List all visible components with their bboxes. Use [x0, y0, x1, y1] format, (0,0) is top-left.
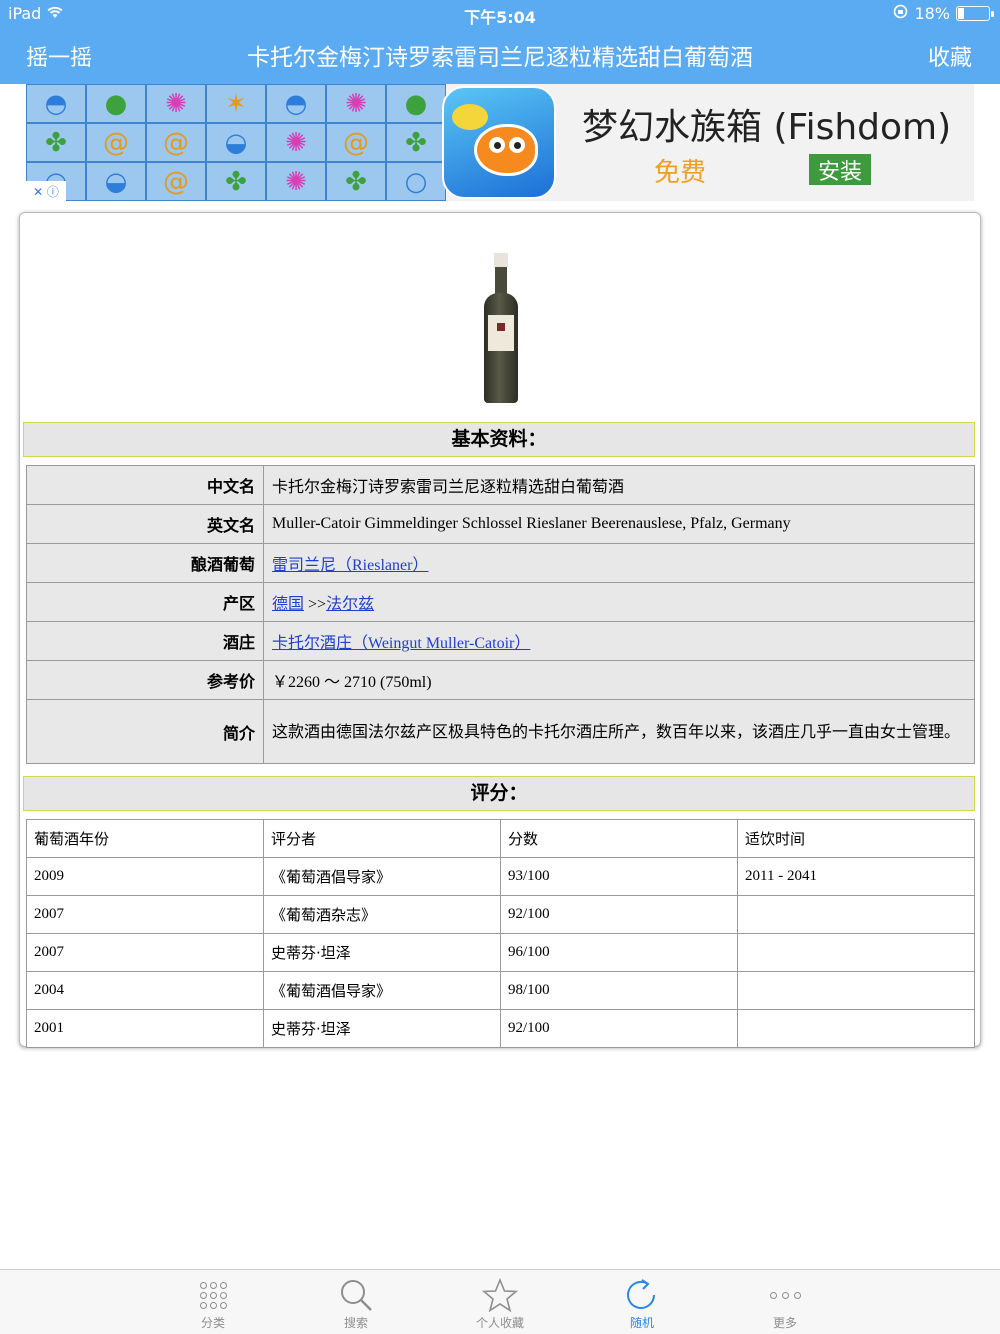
basic-info-heading: 基本资料： — [23, 422, 975, 457]
score-cell: 92/100 — [500, 1009, 738, 1048]
more-icon — [740, 1276, 830, 1314]
region-country-link[interactable]: 德国 — [272, 596, 304, 613]
cn-name-value: 卡托尔金梅汀诗罗索雷司兰尼逐粒精选甜白葡萄酒 — [263, 465, 975, 505]
ad-app-name: 梦幻水族箱 (Fishdom) — [582, 107, 952, 148]
en-name-key: 英文名 — [26, 504, 264, 544]
tab-label: 更多 — [772, 1316, 797, 1330]
critic-cell: 《葡萄酒倡导家》 — [263, 971, 501, 1010]
table-row: 参考价 ￥2260 ～ 2710 (750ml) — [26, 660, 975, 700]
intro-value: 这款酒由德国法尔兹产区极具特色的卡托尔酒庄所产，数百年以来，该酒庄几乎一直由女士… — [263, 699, 975, 764]
drink-window-cell — [737, 971, 975, 1010]
ad-game-preview: ◓●✺✶◓✺● ✤@@◒✺@✤ ◒◒@✤✺✤○ — [26, 84, 446, 201]
score-cell: 98/100 — [500, 971, 738, 1010]
score-cell: 96/100 — [500, 933, 738, 972]
table-row: 2007 《葡萄酒杂志》 92/100 — [26, 895, 975, 934]
critic-cell: 《葡萄酒倡导家》 — [263, 857, 501, 896]
battery-percent: 18% — [914, 4, 950, 23]
price-key: 参考价 — [26, 660, 264, 700]
search-icon — [311, 1276, 401, 1314]
tab-random[interactable]: 随机 — [597, 1276, 687, 1331]
region-key: 产区 — [26, 582, 264, 622]
status-time: 下午5:04 — [464, 8, 536, 27]
tab-label: 分类 — [200, 1316, 225, 1330]
score-cell: 92/100 — [500, 895, 738, 934]
table-row: 2007 史蒂芬·坦泽 96/100 — [26, 933, 975, 972]
table-row: 中文名 卡托尔金梅汀诗罗索雷司兰尼逐粒精选甜白葡萄酒 — [26, 465, 975, 505]
table-row: 产区 德国 >>法尔兹 — [26, 582, 975, 622]
header-critic: 评分者 — [263, 819, 501, 858]
critic-cell: 史蒂芬·坦泽 — [263, 1009, 501, 1048]
tab-label: 随机 — [629, 1316, 654, 1330]
basic-info-table: 中文名 卡托尔金梅汀诗罗索雷司兰尼逐粒精选甜白葡萄酒 英文名 Muller-Ca… — [26, 465, 975, 764]
table-row: 酿酒葡萄 雷司兰尼（Rieslaner） — [26, 543, 975, 583]
critic-cell: 《葡萄酒杂志》 — [263, 895, 501, 934]
tab-more[interactable]: 更多 — [740, 1276, 830, 1331]
ad-banner[interactable]: ◓●✺✶◓✺● ✤@@◒✺@✤ ◒◒@✤✺✤○ ✕ ⓘ 梦幻水族箱 (Fishd… — [26, 84, 974, 201]
vintage-cell: 2009 — [26, 857, 264, 896]
battery-icon — [956, 6, 994, 21]
tab-bar: 分类 搜索 个人收藏 随机 更多 — [0, 1269, 1000, 1334]
table-row: 英文名 Muller-Catoir Gimmeldinger Schlossel… — [26, 504, 975, 544]
favorite-button[interactable]: 收藏 — [928, 40, 972, 72]
score-cell: 93/100 — [500, 857, 738, 896]
wine-detail-card: 基本资料： 中文名 卡托尔金梅汀诗罗索雷司兰尼逐粒精选甜白葡萄酒 英文名 Mul… — [19, 212, 981, 1048]
ad-choices-icon[interactable]: ✕ ⓘ — [26, 181, 66, 201]
header-drink-window: 适饮时间 — [737, 819, 975, 858]
vintage-cell: 2007 — [26, 895, 264, 934]
ad-price: 免费 — [654, 158, 707, 188]
table-header-row: 葡萄酒年份 评分者 分数 适饮时间 — [26, 819, 975, 858]
drink-window-cell — [737, 1009, 975, 1048]
tab-categories[interactable]: 分类 — [168, 1276, 258, 1331]
wine-image-area — [20, 213, 980, 421]
drink-window-cell: 2011 - 2041 — [737, 857, 975, 896]
header-score: 分数 — [500, 819, 738, 858]
header-vintage: 葡萄酒年份 — [26, 819, 264, 858]
tab-label: 个人收藏 — [475, 1316, 524, 1330]
rotation-lock-icon — [893, 4, 908, 23]
en-name-value: Muller-Catoir Gimmeldinger Schlossel Rie… — [263, 504, 975, 544]
intro-key: 简介 — [26, 699, 264, 764]
table-row: 2009 《葡萄酒倡导家》 93/100 2011 - 2041 — [26, 857, 975, 896]
vintage-cell: 2007 — [26, 933, 264, 972]
cn-name-key: 中文名 — [26, 465, 264, 505]
status-bar: iPad 下午5:04 18% — [0, 0, 1000, 28]
page-title: 卡托尔金梅汀诗罗索雷司兰尼逐粒精选甜白葡萄酒 — [247, 45, 753, 71]
star-icon — [455, 1276, 545, 1314]
table-row: 酒庄 卡托尔酒庄（Weingut Muller-Catoir） — [26, 621, 975, 661]
region-sub-link[interactable]: 法尔兹 — [326, 596, 374, 613]
grid-icon — [168, 1276, 258, 1314]
region-separator: >> — [304, 596, 327, 613]
grape-key: 酿酒葡萄 — [26, 543, 264, 583]
price-value: ￥2260 ～ 2710 (750ml) — [263, 660, 975, 700]
vintage-cell: 2004 — [26, 971, 264, 1010]
ratings-heading: 评分： — [23, 776, 975, 811]
fishdom-app-icon — [442, 86, 556, 199]
drink-window-cell — [737, 933, 975, 972]
nav-bar: 摇一摇 卡托尔金梅汀诗罗索雷司兰尼逐粒精选甜白葡萄酒 收藏 — [0, 28, 1000, 84]
critic-cell: 史蒂芬·坦泽 — [263, 933, 501, 972]
tab-label: 搜索 — [343, 1316, 368, 1330]
table-row: 简介 这款酒由德国法尔兹产区极具特色的卡托尔酒庄所产，数百年以来，该酒庄几乎一直… — [26, 699, 975, 764]
ratings-table: 葡萄酒年份 评分者 分数 适饮时间 2009 《葡萄酒倡导家》 93/100 2… — [26, 819, 975, 1048]
ad-install-button[interactable]: 安装 — [809, 154, 871, 185]
drink-window-cell — [737, 895, 975, 934]
winery-link[interactable]: 卡托尔酒庄（Weingut Muller-Catoir） — [272, 635, 530, 652]
grape-link[interactable]: 雷司兰尼（Rieslaner） — [272, 557, 428, 574]
top-bar: iPad 下午5:04 18% 摇一摇 卡托尔金梅汀诗罗索雷司兰尼逐粒精选甜白葡… — [0, 0, 1000, 84]
table-row: 2004 《葡萄酒倡导家》 98/100 — [26, 971, 975, 1010]
tab-search[interactable]: 搜索 — [311, 1276, 401, 1331]
wine-bottle-image — [484, 253, 518, 403]
vintage-cell: 2001 — [26, 1009, 264, 1048]
winery-key: 酒庄 — [26, 621, 264, 661]
refresh-icon — [597, 1276, 687, 1314]
tab-favorites[interactable]: 个人收藏 — [455, 1276, 545, 1331]
table-row: 2001 史蒂芬·坦泽 92/100 — [26, 1009, 975, 1048]
